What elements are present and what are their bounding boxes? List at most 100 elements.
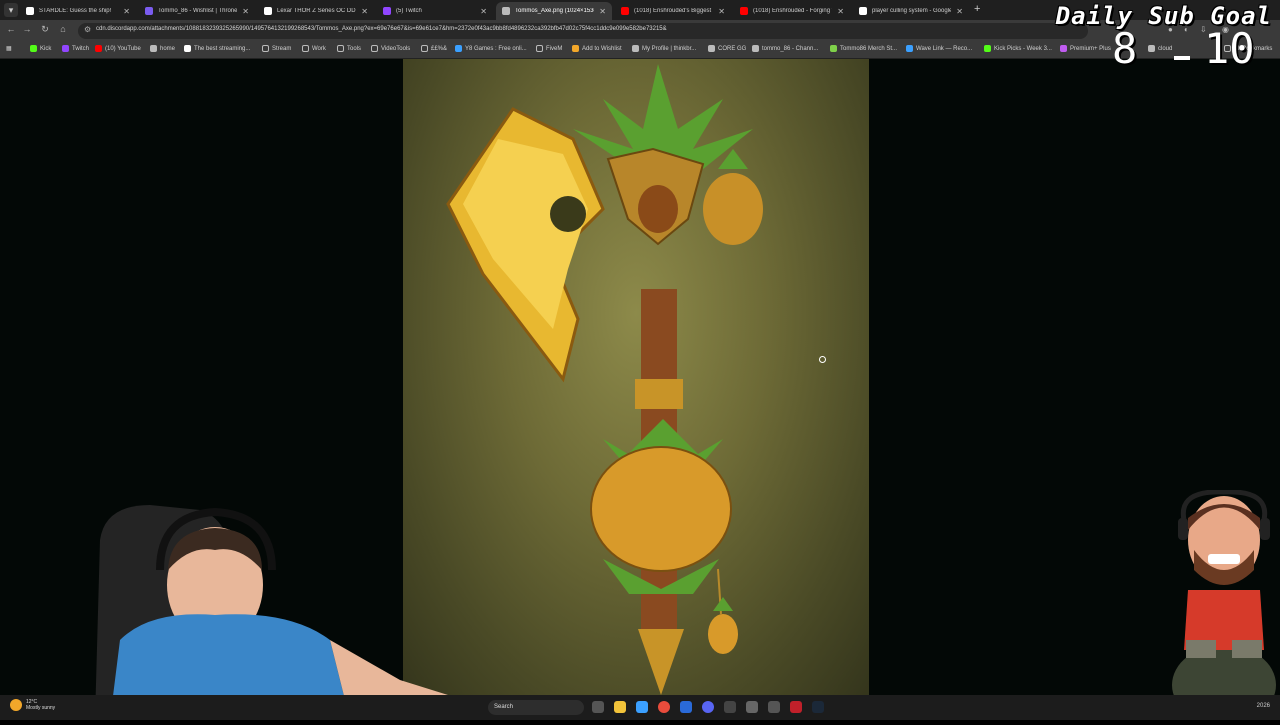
bookmark-favicon — [1060, 45, 1067, 52]
bookmark-item[interactable]: CORE GG — [708, 45, 746, 52]
bookmark-item[interactable]: tommo_86 - Chann... — [752, 45, 818, 52]
app-icon[interactable] — [746, 701, 758, 713]
taskbar-search[interactable]: Search — [488, 700, 584, 715]
mascot-figure — [1172, 489, 1276, 725]
tab-title: Tommos_Axe.png (1024×1536) — [515, 8, 595, 14]
bookmark-favicon — [95, 45, 102, 52]
bookmark-label: The best streaming... — [194, 45, 251, 52]
sub-goal-target: 10 — [1204, 24, 1255, 73]
app-icon[interactable] — [680, 701, 692, 713]
apps-grid-icon[interactable]: ▦ — [6, 45, 12, 52]
folder-icon — [421, 45, 428, 52]
tab[interactable]: (1018) Enshrouded - Forging th ✕ — [734, 2, 850, 20]
bookmark-item[interactable]: Kick — [30, 45, 51, 52]
system-tray-date[interactable]: 2026 — [1257, 703, 1270, 709]
bookmark-favicon — [62, 45, 69, 52]
tab[interactable]: Tommo_86 - Wishlist | Throne ✕ — [139, 2, 255, 20]
mouse-cursor — [819, 356, 826, 363]
store-icon[interactable] — [636, 701, 648, 713]
bookmark-label: Tommo86 Merch St... — [840, 45, 898, 52]
bookmark-folder[interactable]: ££%& — [421, 45, 447, 52]
bookmark-item[interactable]: The best streaming... — [184, 45, 250, 52]
streamer-webcam — [0, 500, 500, 720]
bookmark-folder[interactable]: Work — [302, 45, 326, 52]
bookmark-label: My Profile | thinkbr... — [642, 45, 697, 52]
tab-close-icon[interactable]: ✕ — [599, 7, 606, 16]
forward-arrow-icon[interactable]: → — [20, 24, 34, 34]
home-icon[interactable]: ⌂ — [56, 24, 70, 34]
tab-title: STARDLE: Guess the ship! — [39, 8, 112, 14]
task-view-icon[interactable] — [592, 701, 604, 713]
bookmark-favicon — [572, 45, 579, 52]
bookmark-favicon — [30, 45, 37, 52]
tab-title: Lexar THOR Z Series OC DDR5 — [277, 8, 357, 14]
tab-favicon — [264, 7, 272, 15]
bookmark-folder[interactable]: Stream — [262, 45, 291, 52]
bookmark-label: VideoTools — [381, 45, 411, 52]
bookmark-favicon — [830, 45, 837, 52]
bookmark-item[interactable]: Twitch — [62, 45, 89, 52]
bookmark-label: CORE GG — [718, 45, 747, 52]
tab-close-icon[interactable]: ✕ — [837, 7, 844, 16]
discord-icon[interactable] — [702, 701, 714, 713]
sub-goal-current: 8 — [1112, 24, 1138, 73]
bookmark-label: Work — [312, 45, 326, 52]
tab-close-icon[interactable]: ✕ — [718, 7, 725, 16]
weather-text: 12°C Mostly sunny — [26, 699, 55, 711]
bookmark-favicon — [708, 45, 715, 52]
tab-title: player culling system - Google — [872, 8, 952, 14]
app-icon[interactable] — [768, 701, 780, 713]
bookmark-item[interactable]: home — [150, 45, 175, 52]
chrome-icon[interactable] — [658, 701, 670, 713]
bookmark-label: Stream — [272, 45, 292, 52]
bookmark-favicon — [752, 45, 759, 52]
back-arrow-icon[interactable]: ← — [4, 24, 18, 34]
bookmark-label: (10) YouTube — [105, 45, 141, 52]
bookmark-item[interactable]: Tommo86 Merch St... — [830, 45, 897, 52]
bookmark-item[interactable]: Add to Wishlist — [572, 45, 622, 52]
reload-icon[interactable]: ↻ — [38, 24, 52, 35]
new-tab-plus-icon[interactable]: + — [974, 3, 980, 15]
steam-icon[interactable] — [812, 701, 824, 713]
tab[interactable]: player culling system - Google ✕ — [853, 2, 969, 20]
bookmark-item[interactable]: Y8 Games : Free onli... — [455, 45, 527, 52]
tab[interactable]: Lexar THOR Z Series OC DDR5 ✕ — [258, 2, 374, 20]
tab-title: (5) Twitch — [396, 8, 422, 14]
bookmark-label: tommo_86 - Chann... — [762, 45, 819, 52]
tab-search-button[interactable]: ▾ — [4, 3, 18, 17]
file-explorer-icon[interactable] — [614, 701, 626, 713]
tab-close-icon[interactable]: ✕ — [123, 7, 130, 16]
bookmark-folder[interactable]: Tools — [337, 45, 361, 52]
weather-widget[interactable]: 12°C Mostly sunny — [10, 699, 55, 711]
bookmark-folder[interactable]: VideoTools — [371, 45, 410, 52]
tab-close-icon[interactable]: ✕ — [480, 7, 487, 16]
windows-taskbar: 12°C Mostly sunny Search 2026 — [0, 695, 1280, 720]
tab-close-icon[interactable]: ✕ — [361, 7, 368, 16]
tab[interactable]: STARDLE: Guess the ship! ✕ — [20, 2, 136, 20]
bookmark-favicon — [455, 45, 462, 52]
bookmark-favicon — [906, 45, 913, 52]
bookmark-item[interactable]: Kick Picks - Week 3... — [984, 45, 1052, 52]
address-bar[interactable]: ⚙ cdn.discordapp.com/attachments/1088183… — [78, 23, 1088, 39]
bookmark-item[interactable]: (10) YouTube — [95, 45, 141, 52]
cartoon-mascot — [1168, 489, 1280, 725]
tab-close-icon[interactable]: ✕ — [956, 7, 963, 16]
bookmark-item[interactable]: Premium+ Plus — [1060, 45, 1111, 52]
bookmark-label: Tools — [347, 45, 362, 52]
tab-title: (1018) Enshrouded's Biggest U — [634, 8, 714, 14]
bookmark-folder[interactable]: FiveM — [536, 45, 562, 52]
app-icon[interactable] — [724, 701, 736, 713]
site-info-icon[interactable]: ⚙ — [84, 25, 91, 34]
bookmark-item[interactable]: My Profile | thinkbr... — [632, 45, 696, 52]
sub-goal-separator — [1174, 56, 1190, 60]
tab-title: (1018) Enshrouded - Forging th — [753, 8, 833, 14]
tab[interactable]: (1018) Enshrouded's Biggest U ✕ — [615, 2, 731, 20]
tab-title: Tommo_86 - Wishlist | Throne — [158, 8, 238, 14]
tab-close-icon[interactable]: ✕ — [242, 7, 249, 16]
app-icon[interactable] — [790, 701, 802, 713]
bookmark-item[interactable]: Wave Link — Reco... — [906, 45, 972, 52]
bookmark-label: home — [160, 45, 176, 52]
bookmark-label: Premium+ Plus — [1070, 45, 1111, 52]
tab[interactable]: (5) Twitch ✕ — [377, 2, 493, 20]
tab-active[interactable]: Tommos_Axe.png (1024×1536) ✕ — [496, 2, 612, 20]
